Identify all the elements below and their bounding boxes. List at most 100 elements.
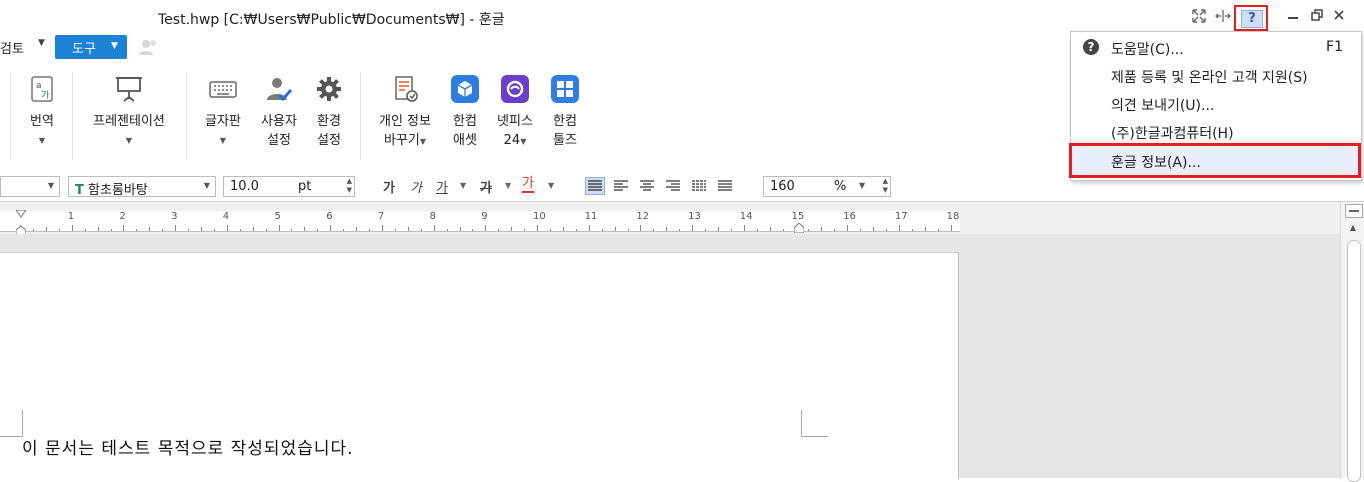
chevron-down-icon[interactable]: ▼ [505, 181, 511, 190]
ruler-tick [317, 229, 319, 231]
split-bar-icon[interactable] [1345, 204, 1363, 218]
tab-tools[interactable]: 도구 ▼ [55, 35, 127, 59]
ruler-tick [873, 227, 875, 231]
chevron-down-icon: ▼ [219, 136, 227, 145]
right-indent-marker[interactable] [793, 222, 805, 234]
ruler-tick [239, 229, 241, 231]
chevron-down-icon[interactable]: ▼ [548, 181, 554, 190]
close-icon[interactable] [1330, 8, 1348, 26]
font-size-unit: pt [298, 179, 312, 194]
ruler-tick [304, 227, 306, 231]
chevron-down-icon[interactable]: ▼ [38, 38, 45, 48]
zoom-stepper[interactable]: ▲ ▼ [883, 177, 888, 195]
align-distribute-icon[interactable] [690, 178, 708, 194]
menu-item-help-label: 도움말(C)... [1111, 42, 1184, 58]
help-button[interactable]: ? [1234, 5, 1268, 31]
align-right-icon[interactable] [664, 178, 682, 194]
restore-icon[interactable] [1308, 8, 1326, 26]
ruler-label: 2 [119, 211, 126, 222]
menu-item-product-registration-label: 제품 등록 및 온라인 고객 지원(S) [1111, 70, 1308, 86]
align-center-icon[interactable] [638, 178, 656, 194]
netffice-button[interactable]: 넷피스 24▼ [492, 74, 538, 151]
ruler-tick [420, 229, 422, 231]
ruler-tick [705, 229, 706, 231]
netffice-label-2: 24 [503, 133, 521, 148]
ruler-label: 15 [791, 211, 805, 222]
ruler-tick [937, 229, 939, 231]
chevron-down-icon: ▼ [520, 137, 527, 146]
ruler-tick [498, 229, 500, 231]
ruler-tick [213, 229, 215, 231]
split-view-icon[interactable] [1214, 8, 1232, 26]
chevron-down-icon[interactable]: ▼ [460, 181, 466, 190]
minimize-icon[interactable] [1284, 8, 1302, 26]
ruler-label: 13 [688, 211, 701, 222]
font-size-combo[interactable]: 10.0 pt ▲ ▼ [223, 176, 355, 197]
question-icon: ? [1241, 10, 1263, 28]
hancom-tools-button[interactable]: 한컴 툴즈 [546, 74, 584, 150]
netffice-icon [501, 75, 529, 103]
hancom-asset-icon [451, 75, 479, 103]
scroll-thumb[interactable] [1347, 240, 1361, 482]
zoom-value: 160 [770, 179, 795, 194]
style-combo[interactable]: ▼ [0, 176, 60, 197]
ruler-tick [45, 227, 47, 231]
ruler-label: 1 [67, 211, 75, 222]
privacy-button[interactable]: 개인 정보 바꾸기▼ [372, 74, 438, 151]
fullscreen-icon[interactable] [1190, 8, 1208, 26]
ruler-tick [821, 227, 823, 231]
horizontal-ruler[interactable]: 1 2 3 4 5 6 7 8 9 10 11 12 13 14 15 16 17 18 [0, 211, 960, 232]
account-icon[interactable] [138, 38, 158, 56]
ruler-tick [278, 225, 280, 231]
ruler-tick [614, 227, 616, 231]
font-type-icon: T [75, 183, 84, 198]
menu-item-hancom[interactable]: (주)한글과컴퓨터(H) [1071, 117, 1359, 145]
first-line-indent-marker[interactable] [15, 209, 27, 219]
menu-item-about[interactable]: 훈글 정보(A)... [1069, 143, 1361, 178]
keyboard-button[interactable]: 글자판 ▼ [200, 74, 246, 150]
presentation-button[interactable]: 프레젠테이션 ▼ [84, 74, 174, 150]
translate-button[interactable]: a가 번역 ▼ [22, 74, 62, 150]
ruler-tick [924, 227, 926, 231]
menu-item-help[interactable]: ? 도움말(C)... F1 [1071, 33, 1359, 61]
italic-button[interactable]: 가 [410, 177, 422, 196]
ruler-tick [549, 229, 551, 231]
vertical-scrollbar[interactable]: ▲ [1340, 202, 1364, 482]
tab-review[interactable]: 검토 [0, 38, 24, 57]
ruler-tick [562, 227, 564, 231]
ruler-tick [84, 229, 86, 231]
align-justify-icon[interactable] [585, 177, 605, 195]
netffice-label-1: 넷피스 [497, 114, 533, 129]
zoom-unit: % [834, 179, 847, 194]
margin-corner-right [801, 410, 828, 437]
document-body-text[interactable]: 이 문서는 테스트 목적으로 작성되었습니다. [22, 434, 354, 459]
strikethrough-button[interactable]: 가 [480, 177, 492, 196]
font-color-button[interactable]: 가 [522, 177, 534, 193]
align-left-icon[interactable] [612, 178, 630, 194]
menu-item-send-feedback[interactable]: 의견 보내기(U)... [1071, 89, 1359, 117]
ribbon-separator [72, 72, 73, 160]
chevron-down-icon: ▼ [125, 136, 133, 145]
bold-button[interactable]: 가 [383, 177, 395, 196]
chevron-down-icon: ▼ [203, 181, 210, 190]
ribbon-separator [10, 72, 11, 160]
ruler-tick [743, 225, 745, 231]
ruler-label: 18 [946, 211, 960, 222]
help-menu: ? 도움말(C)... F1 제품 등록 및 온라인 고객 지원(S) 의견 보… [1069, 31, 1362, 181]
font-name-combo[interactable]: T 함초롬바탕 ▼ [68, 176, 216, 198]
hancom-asset-button[interactable]: 한컴 애셋 [446, 74, 484, 150]
ruler-tick [162, 229, 164, 231]
underline-button[interactable]: 가 [436, 177, 448, 196]
ruler-label: 16 [843, 211, 856, 222]
chevron-down-icon: ▼ [859, 181, 866, 190]
zoom-combo[interactable]: 160 % ▼ ▲ ▼ [763, 176, 891, 197]
align-split-icon[interactable] [716, 178, 734, 194]
ruler-label: 5 [274, 211, 281, 222]
menu-item-product-registration[interactable]: 제품 등록 및 온라인 고객 지원(S) [1071, 61, 1359, 89]
user-settings-button[interactable]: 사용자 설정 [256, 74, 302, 150]
ruler-tick [898, 225, 900, 231]
font-size-stepper[interactable]: ▲ ▼ [347, 177, 352, 195]
environment-settings-button[interactable]: 환경 설정 [308, 74, 350, 150]
user-settings-label-1: 사용자 [261, 114, 297, 129]
scroll-up-icon[interactable]: ▲ [1345, 220, 1361, 236]
